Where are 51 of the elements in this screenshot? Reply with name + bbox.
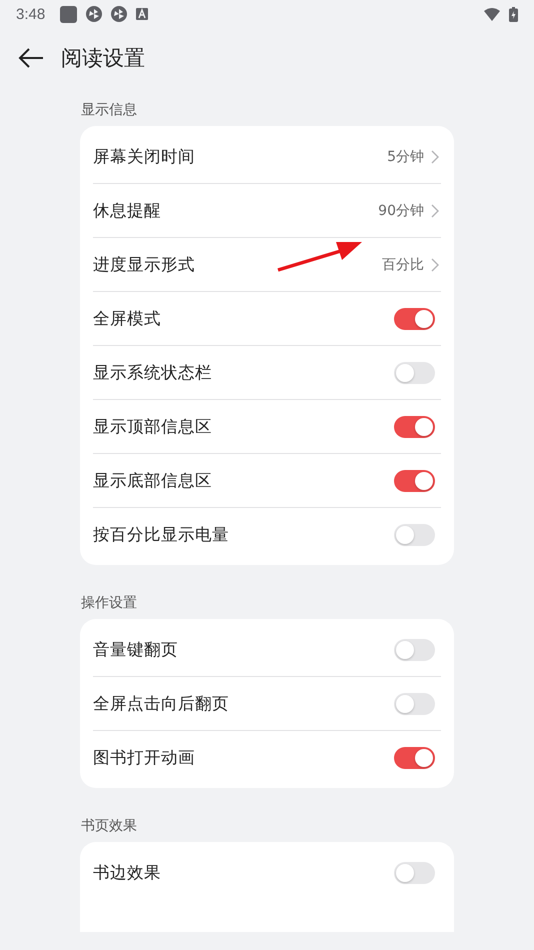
chevron-right-icon bbox=[431, 204, 439, 218]
wifi-icon bbox=[484, 8, 500, 20]
status-time: 3:48 bbox=[16, 6, 46, 22]
setting-label: 全屏点击向后翻页 bbox=[93, 692, 229, 714]
setting-label: 音量键翻页 bbox=[93, 638, 178, 660]
setting-row[interactable]: 全屏点击向后翻页 bbox=[93, 676, 441, 730]
toggle-switch[interactable] bbox=[394, 416, 435, 438]
setting-label: 按百分比显示电量 bbox=[93, 524, 229, 546]
toggle-switch[interactable] bbox=[394, 470, 435, 492]
setting-label: 显示底部信息区 bbox=[93, 470, 212, 492]
toggle-switch[interactable] bbox=[394, 746, 435, 768]
aperture-icon bbox=[86, 6, 102, 22]
toggle-switch[interactable] bbox=[394, 308, 435, 330]
setting-label: 图书打开动画 bbox=[93, 746, 195, 768]
setting-row[interactable]: 图书打开动画 bbox=[93, 730, 441, 784]
back-button[interactable] bbox=[18, 48, 44, 68]
setting-row[interactable]: 显示系统状态栏 bbox=[93, 345, 441, 399]
setting-label: 书边效果 bbox=[93, 862, 161, 884]
toggle-switch[interactable] bbox=[394, 862, 435, 884]
setting-row[interactable]: 屏幕关闭时间 5分钟 bbox=[93, 130, 441, 183]
setting-row[interactable]: 按百分比显示电量 bbox=[93, 507, 441, 561]
setting-label: 休息提醒 bbox=[93, 200, 161, 222]
battery-icon bbox=[509, 6, 518, 22]
setting-label: 显示系统状态栏 bbox=[93, 362, 212, 384]
back-arrow-icon bbox=[18, 48, 44, 68]
setting-value: 90分钟 bbox=[378, 202, 424, 220]
setting-label: 进度显示形式 bbox=[93, 254, 195, 276]
font-icon bbox=[136, 8, 148, 20]
toggle-switch[interactable] bbox=[394, 524, 435, 546]
setting-label: 屏幕关闭时间 bbox=[93, 146, 195, 168]
setting-value: 5分钟 bbox=[387, 148, 424, 166]
setting-value: 百分比 bbox=[382, 256, 424, 274]
app-square-icon bbox=[60, 6, 78, 22]
section-title: 书页效果 bbox=[81, 817, 138, 836]
setting-row[interactable]: 书边效果 bbox=[93, 846, 441, 899]
chevron-right-icon bbox=[431, 150, 439, 164]
chevron-right-icon bbox=[431, 258, 439, 272]
toggle-switch[interactable] bbox=[394, 362, 435, 384]
aperture-icon bbox=[111, 6, 128, 22]
page-title: 阅读设置 bbox=[61, 45, 145, 72]
section-title: 显示信息 bbox=[81, 101, 138, 120]
setting-label: 全屏模式 bbox=[93, 308, 161, 330]
setting-row[interactable]: 显示底部信息区 bbox=[93, 453, 441, 507]
setting-row[interactable]: 音量键翻页 bbox=[93, 623, 441, 676]
setting-row[interactable]: 休息提醒 90分钟 bbox=[93, 183, 441, 237]
section-title: 操作设置 bbox=[81, 594, 138, 613]
setting-row[interactable]: 全屏模式 bbox=[93, 291, 441, 345]
setting-label: 显示顶部信息区 bbox=[93, 416, 212, 438]
toggle-switch[interactable] bbox=[394, 638, 435, 660]
toggle-switch[interactable] bbox=[394, 692, 435, 714]
setting-row[interactable]: 显示顶部信息区 bbox=[93, 399, 441, 453]
